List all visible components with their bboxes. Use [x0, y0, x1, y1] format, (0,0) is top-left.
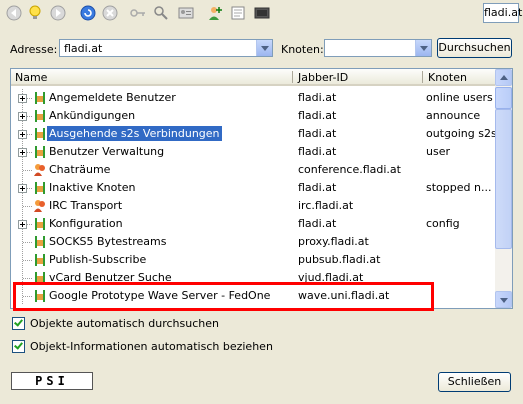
add-user-icon[interactable]: [207, 5, 223, 21]
node-label: Knoten:: [281, 43, 324, 56]
row-name: Konfiguration: [49, 217, 123, 230]
auto-browse-label[interactable]: Objekte automatisch durchsuchen: [30, 317, 219, 330]
key-icon[interactable]: [130, 5, 146, 21]
tree-row[interactable]: Inaktive Knoten fladi.at stopped n...: [11, 179, 496, 197]
search-button[interactable]: Durchsuchen: [437, 38, 512, 58]
expand-icon[interactable]: [18, 148, 27, 157]
highlight-box: [13, 282, 434, 311]
row-name: Ankündigungen: [49, 109, 136, 122]
tree-row[interactable]: Konfiguration fladi.at config: [11, 215, 496, 233]
expand-icon[interactable]: [18, 130, 27, 139]
green-node-icon: [35, 182, 45, 194]
row-name: Publish-Subscribe: [49, 253, 147, 266]
green-node-icon: [35, 146, 45, 158]
row-name: SOCKS5 Bytestreams: [49, 235, 167, 248]
row-name: Benutzer Verwaltung: [49, 145, 165, 158]
vertical-scrollbar[interactable]: [495, 69, 512, 308]
row-name: IRC Transport: [49, 199, 123, 212]
irc-transport-icon: [34, 200, 45, 212]
row-node: user: [426, 145, 450, 158]
green-node-icon: [35, 254, 45, 266]
tree-row[interactable]: Publish-Subscribe pubsub.fladi.at: [11, 251, 496, 269]
auto-browse-checkbox[interactable]: [12, 317, 25, 330]
stop-icon[interactable]: [102, 5, 118, 21]
tree-row[interactable]: Angemeldete Benutzer fladi.at online users: [11, 89, 496, 107]
scroll-down-button[interactable]: [495, 291, 512, 308]
chatroom-icon: [34, 164, 45, 176]
scroll-thumb-top[interactable]: [495, 87, 512, 109]
chevron-down-icon[interactable]: [256, 40, 272, 56]
terminal-icon[interactable]: [254, 5, 270, 21]
row-jid: fladi.at: [298, 217, 337, 230]
back-icon[interactable]: [6, 5, 22, 21]
row-jid: fladi.at: [298, 109, 337, 122]
green-node-icon: [35, 218, 45, 230]
toolbar: fladi.at: [0, 0, 523, 26]
row-jid: fladi.at: [298, 127, 337, 140]
node-combo[interactable]: [324, 39, 432, 57]
scroll-thumb[interactable]: [495, 109, 512, 249]
row-jid: proxy.fladi.at: [298, 235, 369, 248]
column-header-name[interactable]: Name: [15, 71, 47, 84]
auto-info-checkbox[interactable]: [12, 340, 25, 353]
expand-icon[interactable]: [18, 94, 27, 103]
green-node-icon: [35, 110, 45, 122]
row-name: Ausgehende s2s Verbindungen: [47, 126, 222, 141]
expand-icon[interactable]: [18, 220, 27, 229]
expand-icon[interactable]: [18, 184, 27, 193]
column-header-jid[interactable]: Jabber-ID: [298, 71, 348, 84]
tree-row[interactable]: Chaträume conference.fladi.at: [11, 161, 496, 179]
psi-logo: PSI: [11, 372, 93, 390]
chevron-down-icon[interactable]: [415, 40, 431, 56]
scroll-up-button[interactable]: [495, 69, 512, 86]
address-value: fladi.at: [64, 42, 103, 55]
row-name: Angemeldete Benutzer: [49, 91, 176, 104]
refresh-icon[interactable]: [80, 5, 96, 21]
row-jid: fladi.at: [298, 91, 337, 104]
row-node: announce: [426, 109, 481, 122]
address-label: Adresse:: [10, 43, 58, 56]
column-header-node[interactable]: Knoten: [428, 71, 467, 84]
row-name: Chaträume: [49, 163, 111, 176]
green-node-icon: [35, 92, 45, 104]
jid-field[interactable]: fladi.at: [483, 3, 522, 23]
tree-row[interactable]: SOCKS5 Bytestreams proxy.fladi.at: [11, 233, 496, 251]
tree-header: Name Jabber-ID Knoten: [11, 69, 496, 86]
tree-row[interactable]: Ausgehende s2s Verbindungen fladi.at outgo…: [11, 125, 497, 143]
tree-row[interactable]: Ankündigungen fladi.at announce: [11, 107, 496, 125]
row-node: stopped n...: [426, 181, 492, 194]
row-node: outgoing s2s: [426, 127, 497, 140]
row-jid: fladi.at: [298, 145, 337, 158]
green-node-icon: [35, 236, 45, 248]
row-jid: fladi.at: [298, 181, 337, 194]
close-button[interactable]: Schließen: [438, 372, 511, 392]
row-node: online users: [426, 91, 493, 104]
address-combo[interactable]: fladi.at: [59, 39, 273, 57]
row-jid: conference.fladi.at: [298, 163, 401, 176]
search-icon[interactable]: [153, 5, 169, 21]
service-tree[interactable]: Name Jabber-ID Knoten Angemeldete Benutz…: [10, 68, 513, 309]
bulb-icon[interactable]: [27, 5, 43, 21]
row-node: config: [426, 217, 460, 230]
row-name: Inaktive Knoten: [49, 181, 136, 194]
row-jid: pubsub.fladi.at: [298, 253, 381, 266]
row-jid: irc.fladi.at: [298, 199, 354, 212]
auto-info-label[interactable]: Objekt-Informationen automatisch beziehe…: [30, 340, 273, 353]
tree-row[interactable]: IRC Transport irc.fladi.at: [11, 197, 496, 215]
info-icon[interactable]: [230, 5, 246, 21]
tree-row[interactable]: Benutzer Verwaltung fladi.at user: [11, 143, 496, 161]
green-node-icon: [35, 128, 45, 140]
forward-icon[interactable]: [50, 5, 66, 21]
expand-icon[interactable]: [18, 112, 27, 121]
vcard-icon[interactable]: [178, 5, 194, 21]
